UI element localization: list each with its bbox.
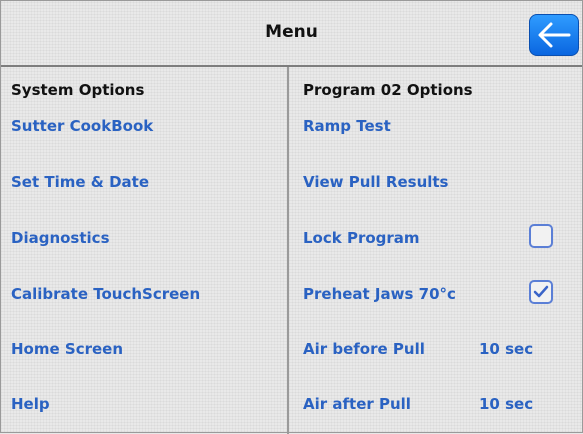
preheat-jaws-checkbox[interactable] bbox=[529, 280, 553, 304]
lock-program-checkbox[interactable] bbox=[529, 224, 553, 248]
air-before-pull-value[interactable]: 10 sec bbox=[479, 340, 533, 358]
lock-program-label[interactable]: Lock Program bbox=[303, 229, 420, 247]
air-after-pull-value[interactable]: 10 sec bbox=[479, 395, 533, 413]
system-options-heading: System Options bbox=[11, 81, 145, 99]
page-title: Menu bbox=[265, 22, 318, 42]
sutter-cookbook-link[interactable]: Sutter CookBook bbox=[11, 117, 153, 135]
arrow-left-icon bbox=[538, 22, 571, 48]
diagnostics-link[interactable]: Diagnostics bbox=[11, 229, 110, 247]
back-button[interactable] bbox=[529, 14, 579, 56]
air-before-pull-label[interactable]: Air before Pull bbox=[303, 340, 425, 358]
program-options-heading: Program 02 Options bbox=[303, 81, 473, 99]
air-after-pull-label[interactable]: Air after Pull bbox=[303, 395, 411, 413]
preheat-jaws-label[interactable]: Preheat Jaws 70°c bbox=[303, 285, 456, 303]
calibrate-touchscreen-link[interactable]: Calibrate TouchScreen bbox=[11, 285, 200, 303]
ramp-test-link[interactable]: Ramp Test bbox=[303, 117, 391, 135]
home-screen-link[interactable]: Home Screen bbox=[11, 340, 123, 358]
set-time-date-link[interactable]: Set Time & Date bbox=[11, 173, 149, 191]
menu-screen: Menu System Options Sutter CookBook Set … bbox=[0, 0, 583, 434]
help-link[interactable]: Help bbox=[11, 395, 50, 413]
header-bar: Menu bbox=[1, 1, 582, 67]
column-divider bbox=[287, 67, 289, 434]
view-pull-results-link[interactable]: View Pull Results bbox=[303, 173, 449, 191]
checkmark-icon bbox=[533, 285, 549, 298]
